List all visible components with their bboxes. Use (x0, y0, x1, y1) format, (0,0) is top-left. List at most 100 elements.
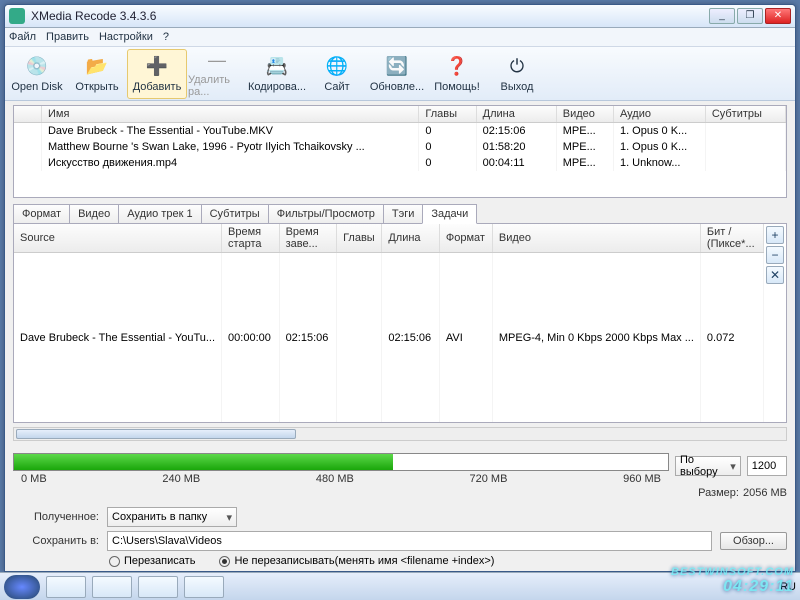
menu-item[interactable]: Файл (9, 31, 36, 43)
close-button[interactable]: ✕ (765, 8, 791, 24)
clear-tasks-button[interactable]: ✕ (766, 266, 784, 284)
overwrite-label: Перезаписать (124, 555, 195, 567)
column-header[interactable]: Время старта (222, 224, 280, 253)
column-header[interactable]: Source (14, 224, 222, 253)
tasks-table[interactable]: SourceВремя стартаВремя заве...ГлавыДлин… (14, 224, 764, 422)
table-row[interactable]: Искусство движения.mp4000:04:11MPE...1. … (14, 155, 786, 171)
watermark: BESTWINSOFT.COM 04:29:11 (671, 566, 794, 596)
column-header[interactable]: Субтитры (705, 106, 785, 123)
size-total-label: Размер: (698, 487, 739, 499)
size-progress-fill (14, 454, 393, 470)
path-input[interactable]: C:\Users\Slava\Videos (107, 531, 712, 551)
tab[interactable]: Тэги (383, 204, 424, 223)
tab[interactable]: Видео (69, 204, 119, 223)
toolbar-icon: 📂 (85, 55, 109, 79)
tab[interactable]: Субтитры (201, 204, 269, 223)
toolbar--: —Удалить ра... (187, 49, 247, 99)
remove-task-button[interactable]: − (766, 246, 784, 264)
titlebar[interactable]: XMedia Recode 3.4.3.6 _ ❐ ✕ (5, 5, 795, 28)
column-header[interactable]: Видео (492, 224, 700, 253)
size-progress[interactable] (13, 453, 669, 471)
start-button[interactable] (4, 575, 40, 599)
column-header[interactable]: Главы (419, 106, 476, 123)
minimize-button[interactable]: _ (709, 8, 735, 24)
received-select[interactable]: Сохранить в папку (107, 507, 237, 527)
toolbar-label: Помощь! (434, 81, 480, 93)
column-header[interactable]: Длина (382, 224, 440, 253)
toolbar-icon: 🔄 (385, 55, 409, 79)
toolbar--[interactable]: ❓ Помощь! (427, 49, 487, 99)
toolbar--[interactable]: ➕ Добавить (127, 49, 187, 99)
column-header[interactable]: Имя (41, 106, 418, 123)
toolbar--[interactable]: 📂 Открыть (67, 49, 127, 99)
taskbar-item[interactable] (138, 576, 178, 598)
taskbar-item[interactable] (184, 576, 224, 598)
scrollbar-thumb[interactable] (16, 429, 296, 439)
column-header[interactable]: Время заве... (279, 224, 337, 253)
savein-label: Сохранить в: (13, 535, 99, 547)
size-ticks: 0 MB240 MB480 MB720 MB960 MB (21, 473, 661, 485)
received-label: Полученное: (13, 511, 99, 523)
column-header[interactable]: Бит / (Пиксе*... (700, 224, 763, 253)
table-row[interactable]: Dave Brubeck - The Essential - YouTu...0… (14, 253, 764, 423)
toolbar-label: Сайт (324, 81, 349, 93)
app-icon (9, 8, 25, 24)
tasks-panel: SourceВремя стартаВремя заве...ГлавыДлин… (13, 223, 787, 423)
toolbar-label: Удалить ра... (188, 74, 246, 98)
overwrite-radio[interactable]: Перезаписать (109, 555, 195, 567)
toolbar-label: Кодирова... (248, 81, 306, 93)
toolbar-icon: 🌐 (325, 55, 349, 79)
taskbar-item[interactable] (92, 576, 132, 598)
horizontal-scrollbar[interactable] (13, 427, 787, 441)
tab[interactable]: Фильтры/Просмотр (268, 204, 384, 223)
toolbar-label: Open Disk (11, 81, 62, 93)
toolbar-label: Открыть (75, 81, 118, 93)
toolbar-icon: 📇 (265, 55, 289, 79)
toolbar--[interactable]: 🌐 Сайт (307, 49, 367, 99)
size-value-input[interactable]: 1200 (747, 456, 787, 476)
column-header[interactable] (14, 106, 41, 123)
toolbar: 💿 Open Disk 📂 Открыть ➕ Добавить —Удалить ра..… (5, 47, 795, 101)
column-header[interactable]: Формат (439, 224, 492, 253)
column-header[interactable]: Видео (556, 106, 613, 123)
toolbar-icon: 💿 (25, 55, 49, 79)
file-list-panel: ИмяГлавыДлинаВидеоАудиоСубтитры Dave Bru… (13, 105, 787, 198)
table-row[interactable]: Matthew Bourne 's Swan Lake, 1996 - Pyot… (14, 139, 786, 155)
size-mode-select[interactable]: По выбору (675, 456, 741, 476)
side-buttons: + − ✕ (764, 224, 786, 422)
toolbar-icon: ⏻ (505, 55, 529, 79)
toolbar-open-disk[interactable]: 💿 Open Disk (7, 49, 67, 99)
toolbar--[interactable]: 📇 Кодирова... (247, 49, 307, 99)
no-overwrite-radio[interactable]: Не перезаписывать(менять имя <filename +… (219, 555, 494, 567)
menu-item[interactable]: Настройки (99, 31, 153, 43)
no-overwrite-label: Не перезаписывать(менять имя <filename +… (234, 555, 494, 567)
menu-item[interactable]: ? (163, 31, 169, 43)
column-header[interactable]: Главы (337, 224, 382, 253)
toolbar-icon: ➕ (145, 55, 169, 79)
toolbar-label: Обновле... (370, 81, 424, 93)
table-row[interactable]: Dave Brubeck - The Essential - YouTube.M… (14, 123, 786, 140)
menubar: Файл Править Настройки ? (5, 28, 795, 47)
output-panel: Полученное: Сохранить в папку Сохранить … (13, 507, 787, 567)
browse-button[interactable]: Обзор... (720, 532, 787, 550)
toolbar-icon: — (205, 50, 229, 72)
tab[interactable]: Аудио трек 1 (118, 204, 201, 223)
column-header[interactable]: Длина (476, 106, 556, 123)
window-title: XMedia Recode 3.4.3.6 (31, 9, 709, 23)
app-window: XMedia Recode 3.4.3.6 _ ❐ ✕ Файл Править… (4, 4, 796, 572)
toolbar-icon: ❓ (445, 55, 469, 79)
add-task-button[interactable]: + (766, 226, 784, 244)
tab[interactable]: Формат (13, 204, 70, 223)
column-header[interactable]: Аудио (613, 106, 705, 123)
toolbar-label: Добавить (133, 81, 182, 93)
toolbar--[interactable]: 🔄 Обновле... (367, 49, 427, 99)
taskbar-item[interactable] (46, 576, 86, 598)
file-table[interactable]: ИмяГлавыДлинаВидеоАудиоСубтитры Dave Bru… (14, 106, 786, 171)
menu-item[interactable]: Править (46, 31, 89, 43)
tabs: ФорматВидеоАудио трек 1СубтитрыФильтры/П… (13, 204, 787, 223)
size-total-value: 2056 MB (743, 487, 787, 499)
maximize-button[interactable]: ❐ (737, 8, 763, 24)
toolbar--[interactable]: ⏻ Выход (487, 49, 547, 99)
toolbar-label: Выход (501, 81, 534, 93)
tab[interactable]: Задачи (422, 204, 477, 224)
